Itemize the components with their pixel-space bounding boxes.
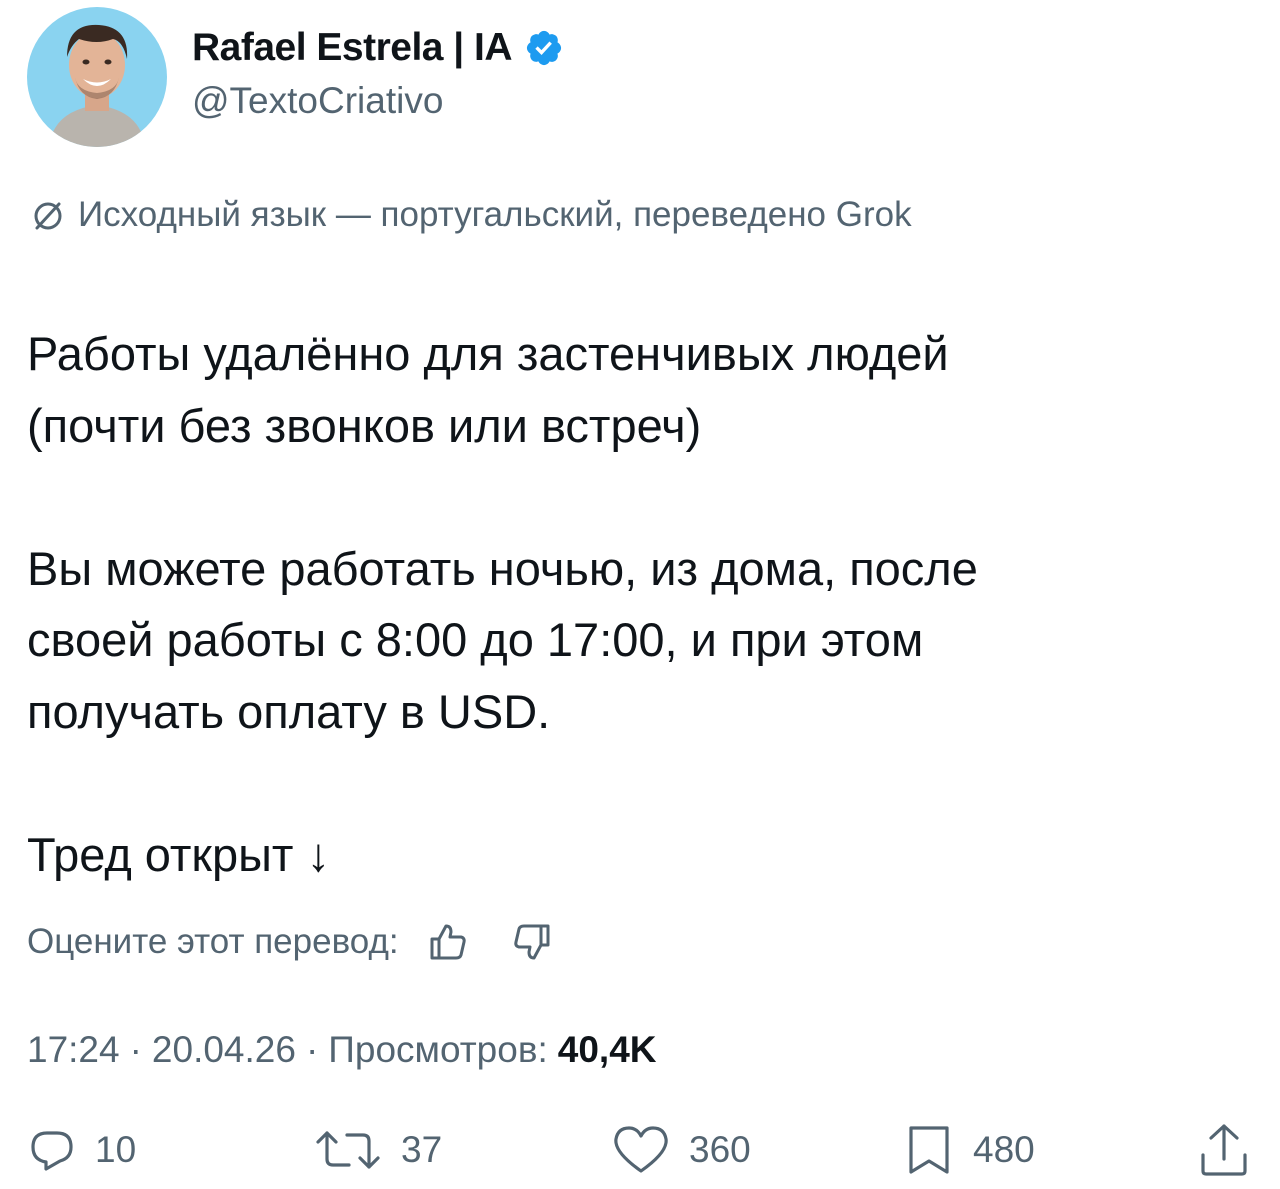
meta-separator: · xyxy=(305,1029,319,1070)
verified-badge-icon xyxy=(524,28,564,68)
translate-icon xyxy=(28,195,68,235)
tweet-text: Работы удалённо для застенчивых людей (п… xyxy=(27,327,978,881)
avatar-image xyxy=(27,7,167,147)
reply-button[interactable]: 10 xyxy=(27,1122,136,1178)
author-handle[interactable]: @TextoCriativo xyxy=(192,80,443,122)
thumbs-up-icon xyxy=(430,924,466,960)
rate-translation-label: Оцените этот перевод: xyxy=(27,922,399,961)
like-count: 360 xyxy=(689,1129,751,1170)
tweet-date[interactable]: 20.04.26 xyxy=(152,1029,296,1071)
retweet-icon xyxy=(316,1131,380,1169)
share-button[interactable] xyxy=(1198,1122,1250,1178)
retweet-count: 37 xyxy=(401,1129,443,1170)
tweet-meta: 17:24 · 20.04.26 · Просмотров: 40,4K xyxy=(27,1024,657,1076)
thumbs-down-button[interactable] xyxy=(509,919,555,965)
avatar[interactable] xyxy=(27,7,167,147)
bookmark-icon xyxy=(909,1126,949,1174)
author-name-row[interactable]: Rafael Estrela | IA xyxy=(192,22,564,74)
bookmark-count: 480 xyxy=(973,1129,1035,1170)
retweet-button[interactable]: 37 xyxy=(313,1122,442,1178)
tweet-time[interactable]: 17:24 xyxy=(27,1029,120,1071)
thumbs-down-icon xyxy=(513,924,550,960)
reply-count: 10 xyxy=(95,1129,137,1170)
views-count[interactable]: 40,4K xyxy=(558,1029,657,1071)
translation-note-text: Исходный язык — португальский, переведен… xyxy=(78,195,912,234)
share-icon xyxy=(1201,1124,1247,1176)
views-label: Просмотров: xyxy=(328,1029,548,1070)
rate-translation-row: Оцените этот перевод: xyxy=(27,914,555,970)
like-button[interactable]: 360 xyxy=(611,1122,751,1178)
author-display-name[interactable]: Rafael Estrela | IA xyxy=(192,26,513,70)
meta-separator: · xyxy=(129,1029,142,1070)
translation-note: Исходный язык — португальский, переведен… xyxy=(28,190,912,240)
heart-icon xyxy=(614,1126,668,1173)
thumbs-up-button[interactable] xyxy=(425,919,471,965)
bookmark-button[interactable]: 480 xyxy=(903,1122,1035,1178)
reply-icon xyxy=(31,1131,73,1171)
